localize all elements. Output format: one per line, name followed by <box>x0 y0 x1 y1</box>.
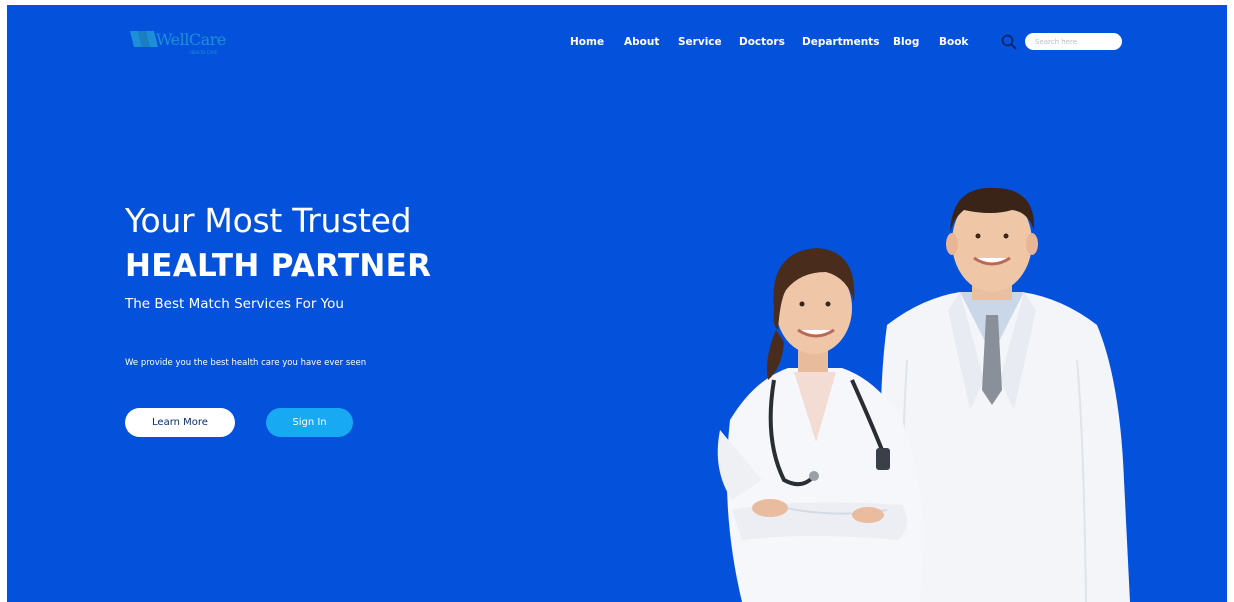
nav-doctors[interactable]: Doctors <box>739 36 785 48</box>
logo-mark-icon <box>130 31 158 47</box>
nav-service[interactable]: Service <box>678 36 722 48</box>
hero-title-line1: Your Most Trusted <box>125 201 412 240</box>
female-doctor-figure <box>717 248 924 602</box>
nav-about[interactable]: About <box>624 36 659 48</box>
brand-tagline: HEALTH CARE <box>190 50 218 55</box>
search-input[interactable] <box>1025 33 1122 50</box>
brand-logo[interactable]: WellCare HEALTH CARE <box>130 28 240 62</box>
nav-departments[interactable]: Departments <box>802 36 879 48</box>
nav-blog[interactable]: Blog <box>893 36 919 48</box>
doctors-photo <box>717 187 1130 602</box>
sign-in-button[interactable]: Sign In <box>266 408 353 437</box>
brand-name: WellCare <box>156 30 226 49</box>
nav-book[interactable]: Book <box>939 36 968 48</box>
nav-home[interactable]: Home <box>570 36 604 48</box>
page-background: WellCare HEALTH CARE Home About Service … <box>7 5 1227 602</box>
hero-title-line2: HEALTH PARTNER <box>125 248 432 284</box>
search-icon[interactable] <box>1001 34 1017 50</box>
hero-subtitle: The Best Match Services For You <box>125 296 344 312</box>
learn-more-button[interactable]: Learn More <box>125 408 235 437</box>
hero-description: We provide you the best health care you … <box>125 358 367 368</box>
